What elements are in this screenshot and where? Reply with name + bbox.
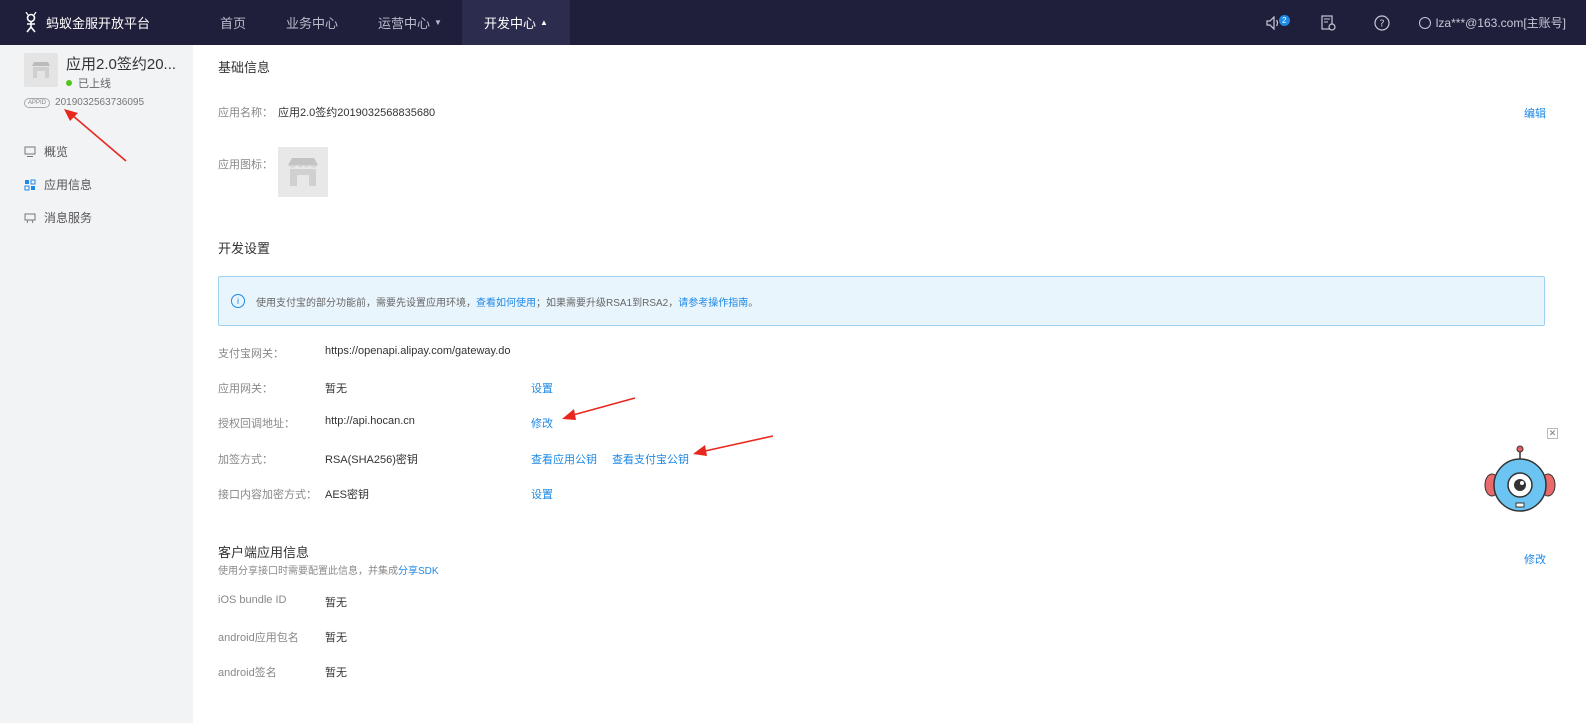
nav-label: 首页 (220, 16, 247, 31)
client-info-desc: 使用分享接口时需要配置此信息，并集成分享SDK (218, 562, 439, 577)
svg-text:?: ? (1379, 18, 1384, 29)
share-sdk-link[interactable]: 分享SDK (398, 566, 439, 577)
message-icon (24, 212, 36, 224)
modify-callback-link[interactable]: 修改 (531, 415, 553, 431)
callback-value: http://api.hocan.cn (325, 415, 415, 427)
nav-label: 运营中心 (378, 16, 431, 31)
sidebar-item-app-info[interactable]: 应用信息 (24, 168, 92, 201)
user-account: lza***@163.com[主账号] (1435, 16, 1566, 30)
appid-value[interactable]: 2019032563736095 (55, 97, 144, 108)
annotation-arrow-icon (562, 397, 636, 420)
app-info-icon (24, 179, 36, 191)
document-clock-icon (1321, 14, 1336, 31)
nav-operation-center[interactable]: 运营中心 ▼ (358, 0, 462, 45)
app-gateway-value: 暂无 (325, 383, 347, 395)
app-gateway-label: 应用网关： (218, 383, 273, 395)
main-content: 基础信息 应用名称： 应用2.0签约2019032568835680 编辑 应用… (193, 45, 1586, 723)
edit-basic-link[interactable]: 编辑 (1524, 105, 1546, 121)
app-thumbnail (24, 53, 58, 87)
how-to-use-link[interactable]: 查看如何使用 (476, 294, 536, 309)
nav-dev-center[interactable]: 开发中心 ▲ (461, 0, 570, 45)
android-sign-label: android签名 (218, 667, 277, 679)
app-name: 应用2.0签约20... (66, 56, 177, 73)
notice-text: ；如果需要升级RSA1到RSA2， (536, 297, 679, 309)
desc-text: 使用分享接口时需要配置此信息，并集成 (218, 566, 398, 577)
status-dot-icon (66, 80, 72, 86)
edit-client-link[interactable]: 修改 (1524, 551, 1546, 567)
nav-home[interactable]: 首页 (200, 0, 266, 45)
overview-icon (24, 146, 36, 158)
app-icon-label: 应用图标： (218, 159, 273, 171)
help-button[interactable]: ? (1372, 13, 1392, 33)
sidebar-item-message-service[interactable]: 消息服务 (24, 201, 92, 234)
sidebar-item-label: 概览 (44, 145, 69, 159)
side-menu: 概览 应用信息 消息服务 (24, 135, 92, 234)
set-app-gateway-link[interactable]: 设置 (531, 380, 553, 396)
announcement-button[interactable]: 2 (1264, 13, 1290, 33)
dev-settings-title: 开发设置 (218, 241, 271, 256)
sidebar-item-label: 消息服务 (44, 211, 93, 225)
view-app-public-key-link[interactable]: 查看应用公钥 (531, 451, 597, 467)
encrypt-value: AES密钥 (325, 489, 370, 501)
nav-label: 开发中心 (483, 16, 536, 31)
close-assistant-button[interactable]: ✕ (1547, 428, 1558, 439)
sign-method-label: 加签方式： (218, 454, 273, 466)
brand-name: 蚂蚁金服开放平台 (46, 16, 151, 31)
notification-badge: 2 (1278, 14, 1290, 26)
callback-label: 授权回调地址： (218, 418, 295, 430)
guide-link[interactable]: 请参考操作指南 (678, 294, 748, 309)
nav-label: 业务中心 (286, 16, 339, 31)
app-icon-preview (278, 147, 328, 197)
user-menu[interactable]: lza***@163.com[主账号] (1418, 14, 1566, 31)
top-right-tools: 2 ? lza***@163.com[主账号] (1247, 0, 1586, 45)
sidebar: 应用2.0签约20... 已上线 APPID 2019032563736095 … (0, 45, 193, 723)
encrypt-label: 接口内容加密方式： (218, 489, 317, 501)
app-status: 已上线 (66, 75, 111, 91)
caret-up-icon: ▲ (539, 18, 548, 27)
android-sign-value: 暂无 (325, 667, 347, 679)
app-name-label: 应用名称： (218, 107, 273, 119)
appid-row: APPID 2019032563736095 (24, 97, 144, 108)
client-info-title: 客户端应用信息 (218, 545, 310, 560)
status-text: 已上线 (78, 78, 111, 90)
annotation-arrow-icon (693, 435, 774, 456)
brand-logo[interactable]: 蚂蚁金服开放平台 (0, 11, 200, 34)
android-package-value: 暂无 (325, 632, 347, 644)
todo-button[interactable] (1318, 13, 1338, 33)
store-icon (32, 62, 50, 78)
ios-bundle-label: iOS bundle ID (218, 594, 287, 606)
ios-bundle-value: 暂无 (325, 597, 347, 609)
basic-info-title: 基础信息 (218, 60, 271, 75)
android-package-label: android应用包名 (218, 632, 299, 644)
view-alipay-public-key-link[interactable]: 查看支付宝公钥 (612, 451, 689, 467)
sign-method-value: RSA(SHA256)密钥 (325, 454, 418, 466)
app-name-value: 应用2.0签约2019032568835680 (278, 107, 436, 119)
notice-text: 使用支付宝的部分功能前，需要先设置应用环境， (256, 297, 476, 309)
nav-business-center[interactable]: 业务中心 (266, 0, 358, 45)
user-icon (1418, 16, 1431, 29)
set-encrypt-link[interactable]: 设置 (531, 486, 553, 502)
notice-text: 。 (748, 297, 759, 309)
question-icon: ? (1374, 14, 1390, 31)
info-icon: i (231, 294, 245, 308)
sidebar-item-label: 应用信息 (44, 178, 93, 192)
top-navigation-bar: 蚂蚁金服开放平台 首页 业务中心 运营中心 ▼ 开发中心 ▲ 2 ? lza***@… (0, 0, 1586, 45)
appid-tag: APPID (24, 97, 51, 108)
gateway-value: https://openapi.alipay.com/gateway.do (325, 345, 511, 357)
caret-down-icon: ▼ (434, 18, 442, 27)
dev-notice: i 使用支付宝的部分功能前，需要先设置应用环境， 查看如何使用 ；如果需要升级R… (218, 276, 1545, 326)
main-nav: 首页 业务中心 运营中心 ▼ 开发中心 ▲ (200, 0, 570, 45)
store-icon (288, 158, 318, 186)
ant-logo-icon (25, 11, 37, 32)
robot-assistant-icon[interactable] (1483, 445, 1557, 519)
gateway-label: 支付宝网关： (218, 348, 284, 360)
sidebar-item-overview[interactable]: 概览 (24, 135, 92, 168)
